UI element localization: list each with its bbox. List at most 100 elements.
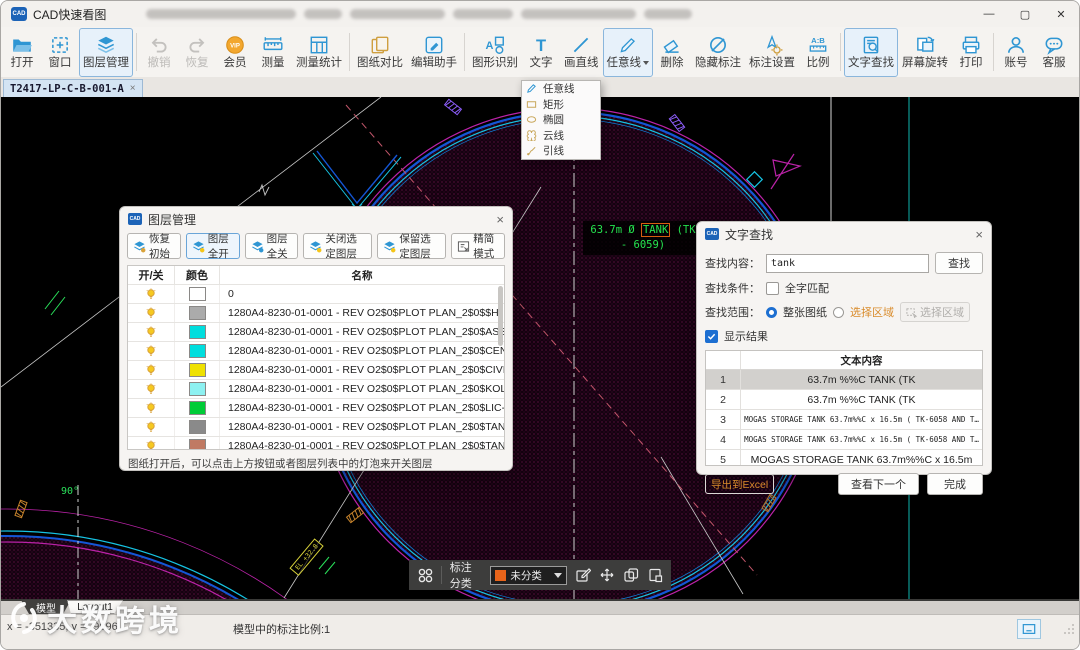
layer-color-swatch[interactable] [189, 420, 206, 434]
bulb-on-icon[interactable] [145, 326, 157, 338]
menu-item-cloud-line[interactable]: 云线 [522, 128, 600, 144]
menu-item-pen[interactable]: 任意线 [522, 81, 600, 97]
layer-row[interactable]: 1280A4-8230-01-0001 - REV O2$0$PLOT PLAN… [128, 342, 504, 361]
search-result-row[interactable]: 3MOGAS STORAGE TANK 63.7m%%C x 16.5m ( T… [706, 410, 982, 430]
bulb-on-icon[interactable] [145, 288, 157, 300]
toolbar-button-print[interactable]: 打印 [952, 28, 990, 77]
toolbar-button-scale[interactable]: A:B比例 [799, 28, 837, 77]
toolbar-button-text-search[interactable]: 文字查找 [844, 28, 898, 77]
toolbar-button-annotation-settings[interactable]: 标注设置 [745, 28, 799, 77]
search-result-row[interactable]: 5MOGAS STORAGE TANK 63.7m%%C x 16.5m [706, 450, 982, 466]
search-result-row[interactable]: 263.7m %%C TANK (TK [706, 390, 982, 410]
layer-color-swatch[interactable] [189, 344, 206, 358]
toolbar-button-open-folder[interactable]: 打开 [3, 28, 41, 77]
sheet-tab-layout1[interactable]: Layout1 [67, 600, 123, 614]
scope-whole-radio[interactable] [766, 307, 777, 318]
layer-button-layers-keep-selected[interactable]: 保留选定图层 [377, 233, 446, 259]
category-dropdown[interactable]: 未分类 [490, 566, 567, 585]
layer-row[interactable]: 1280A4-8230-01-0001 - REV O2$0$PLOT PLAN… [128, 323, 504, 342]
layer-row[interactable]: 1280A4-8230-01-0001 - REV O2$0$PLOT PLAN… [128, 380, 504, 399]
copy-annotation-icon[interactable] [623, 567, 639, 583]
layer-color-swatch[interactable] [189, 363, 206, 377]
layer-row[interactable]: 1280A4-8230-01-0001 - REV O2$0$PLOT PLAN… [128, 361, 504, 380]
layer-color-swatch[interactable] [189, 306, 206, 320]
layer-color-swatch[interactable] [189, 325, 206, 339]
layers-keep-selected-icon [383, 240, 396, 253]
bulb-on-icon[interactable] [145, 402, 157, 414]
toolbar-button-undo[interactable]: 撤销 [140, 28, 178, 77]
bulb-on-icon[interactable] [145, 440, 157, 450]
layer-table-scrollbar[interactable] [498, 286, 503, 346]
toolbar-button-text[interactable]: T文字 [522, 28, 560, 77]
layer-button-compact-mode[interactable]: 精简模式 [451, 233, 505, 259]
bulb-on-icon[interactable] [145, 345, 157, 357]
layer-row[interactable]: 0 [128, 285, 504, 304]
search-dialog-close-icon[interactable]: × [975, 227, 983, 242]
tank-text-highlight[interactable]: 63.7m Ø TANK (TK - 6059) [583, 221, 703, 255]
resize-grip[interactable] [1063, 623, 1075, 638]
toolbar-button-window[interactable]: 窗口 [41, 28, 79, 77]
toolbar-button-screen-rotate[interactable]: 屏幕旋转 [898, 28, 952, 77]
menu-item-ellipse[interactable]: 椭圆 [522, 112, 600, 128]
layer-row[interactable]: 1280A4-8230-01-0001 - REV O2$0$PLOT PLAN… [128, 399, 504, 418]
toolbar-button-vip[interactable]: VIP会员 [216, 28, 254, 77]
layer-color-swatch[interactable] [189, 401, 206, 415]
toolbar-button-hide-annotation[interactable]: 隐藏标注 [691, 28, 745, 77]
layer-dialog-titlebar[interactable]: CAD 图层管理 × [120, 207, 512, 231]
toolbar-button-measure[interactable]: 测量 [254, 28, 292, 77]
document-tab[interactable]: T2417-LP-C-B-001-A × [3, 79, 143, 97]
sheet-tab-model[interactable]: 模型 [21, 600, 71, 614]
toolbar-button-measure-stats[interactable]: 测量统计 [292, 28, 346, 77]
layer-button-layers-all-off[interactable]: 图层全关 [245, 233, 299, 259]
layer-dialog-close-icon[interactable]: × [496, 212, 504, 227]
search-dialog-titlebar[interactable]: CAD 文字查找 × [697, 222, 991, 246]
layer-row[interactable]: 1280A4-8230-01-0001 - REV O2$0$PLOT PLAN… [128, 304, 504, 323]
toolbar-button-shape-recognition[interactable]: A图形识别 [468, 28, 522, 77]
layer-button-layers-close-selected[interactable]: 关闭选定图层 [303, 233, 372, 259]
toolbar-button-free-line[interactable]: 任意线 [603, 28, 654, 77]
layer-color-swatch[interactable] [189, 287, 206, 301]
search-button[interactable]: 查找 [935, 252, 983, 274]
show-results-checkbox[interactable] [705, 330, 718, 343]
menu-item-rectangle[interactable]: 矩形 [522, 97, 600, 113]
export-excel-button[interactable]: 导出到Excel [705, 474, 774, 494]
toolbar-button-compare[interactable]: 图纸对比 [353, 28, 407, 77]
bulb-on-icon[interactable] [145, 307, 157, 319]
scope-region-radio[interactable] [833, 307, 844, 318]
search-result-row[interactable]: 163.7m %%C TANK (TK [706, 370, 982, 390]
bulb-on-icon[interactable] [145, 364, 157, 376]
tab-close-icon[interactable]: × [130, 83, 136, 94]
toolbar-button-eraser[interactable]: 删除 [653, 28, 691, 77]
layer-color-swatch[interactable] [189, 439, 206, 450]
bulb-on-icon[interactable] [145, 383, 157, 395]
toolbar-button-layers[interactable]: 图层管理 [79, 28, 133, 77]
search-input[interactable]: tank [766, 254, 929, 273]
minimize-button[interactable]: — [971, 1, 1007, 27]
grid-icon[interactable] [417, 567, 433, 583]
toolbar-button-support[interactable]: 客服 [1035, 28, 1073, 77]
toolbar-button-line[interactable]: 画直线 [560, 28, 603, 77]
maximize-button[interactable]: ▢ [1007, 1, 1043, 27]
edit-annotation-icon[interactable] [575, 567, 591, 583]
layer-button-layers-all-on[interactable]: 图层全开 [186, 233, 240, 259]
scope-region-label: 选择区域 [850, 304, 894, 320]
toolbar-button-help[interactable]: ?帮助 [1073, 28, 1079, 77]
toolbar-button-edit-assistant[interactable]: 编辑助手 [407, 28, 461, 77]
close-button[interactable]: ✕ [1043, 1, 1079, 27]
menu-item-leader-line[interactable]: 引线 [522, 143, 600, 159]
layer-color-swatch[interactable] [189, 382, 206, 396]
toolbar-button-account[interactable]: 账号 [997, 28, 1035, 77]
bulb-on-icon[interactable] [145, 421, 157, 433]
whole-word-checkbox[interactable] [766, 282, 779, 295]
done-button[interactable]: 完成 [927, 473, 983, 495]
layer-row[interactable]: 1280A4-8230-01-0001 - REV O2$0$PLOT PLAN… [128, 418, 504, 437]
layer-button-layers-restore[interactable]: 恢复初始 [127, 233, 181, 259]
move-annotation-icon[interactable] [599, 567, 615, 583]
search-result-row[interactable]: 4MOGAS STORAGE TANK 63.7m%%C x 16.5m ( T… [706, 430, 982, 450]
fit-view-button[interactable] [1017, 619, 1041, 639]
show-results-label: 显示结果 [724, 328, 768, 344]
paste-annotation-icon[interactable] [647, 567, 663, 583]
toolbar-button-redo[interactable]: 恢复 [178, 28, 216, 77]
layer-row[interactable]: 1280A4-8230-01-0001 - REV O2$0$PLOT PLAN… [128, 437, 504, 450]
view-next-button[interactable]: 查看下一个 [838, 473, 919, 495]
